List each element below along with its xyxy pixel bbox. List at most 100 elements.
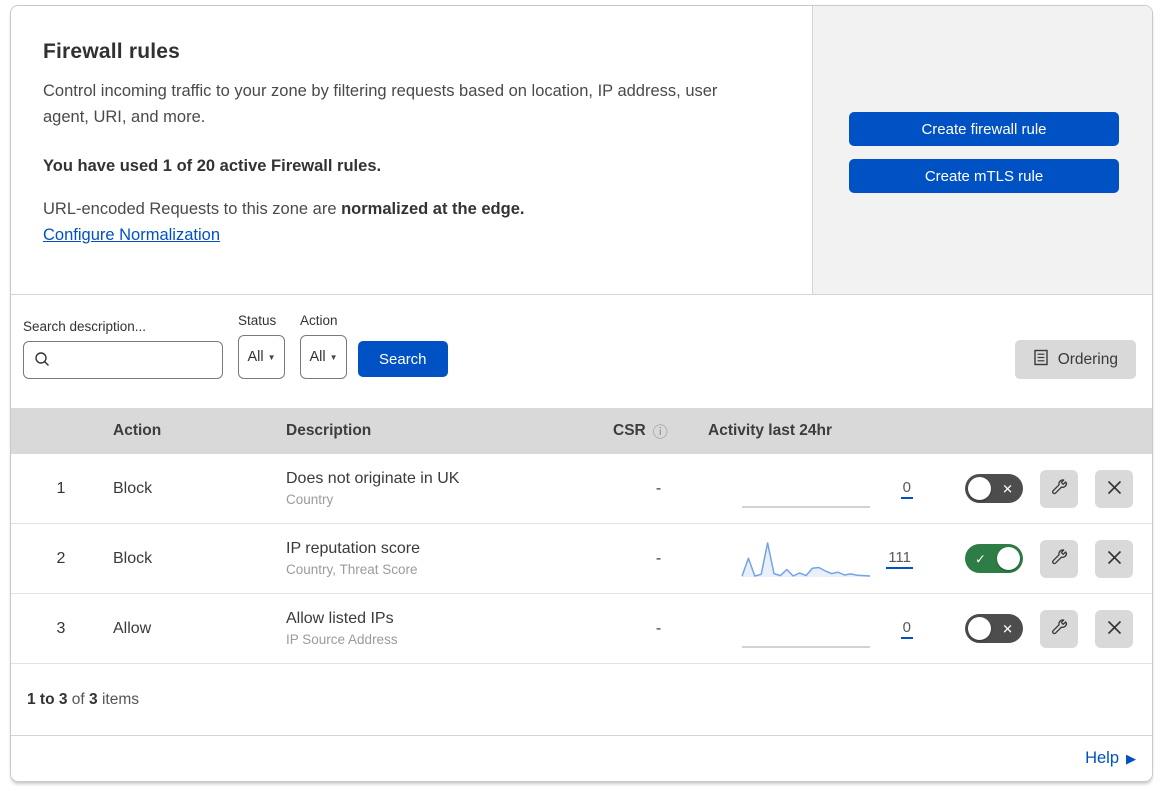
column-csr-label: CSR xyxy=(613,422,646,439)
rule-fields: IP Source Address xyxy=(286,632,398,647)
ordering-button-label: Ordering xyxy=(1057,350,1118,368)
rule-description: IP reputation score xyxy=(286,540,421,557)
normalization-text: URL-encoded Requests to this zone are no… xyxy=(43,200,752,219)
column-action: Action xyxy=(113,422,162,439)
help-link[interactable]: Help ▶ xyxy=(1085,749,1136,768)
search-icon xyxy=(34,351,51,373)
activity-sparkline xyxy=(741,607,871,651)
rule-fields: Country xyxy=(286,492,334,507)
action-label: Action xyxy=(300,313,338,328)
rule-priority: 2 xyxy=(56,549,66,567)
header-section: Firewall rules Control incoming traffic … xyxy=(11,6,1152,295)
arrow-right-icon: ▶ xyxy=(1126,750,1136,766)
x-icon: ✕ xyxy=(1002,621,1013,636)
configure-normalization-link[interactable]: Configure Normalization xyxy=(43,226,220,245)
ordering-button[interactable]: Ordering xyxy=(1014,340,1136,379)
close-icon xyxy=(1106,479,1123,499)
info-icon[interactable]: ⓘ xyxy=(653,421,668,442)
rule-controls: ✓ ✕ xyxy=(921,539,1152,578)
activity-count-link[interactable]: 111 xyxy=(886,549,913,569)
rule-action: Block xyxy=(113,549,153,567)
create-firewall-rule-button[interactable]: Create firewall rule xyxy=(849,112,1119,146)
status-filter-group: Status All ▼ xyxy=(238,313,285,379)
item-range: 1 to 3 xyxy=(27,690,68,708)
activity-count-link[interactable]: 0 xyxy=(900,619,913,639)
rule-priority: 1 xyxy=(56,479,66,497)
rule-action: Allow xyxy=(113,619,152,637)
rule-priority: 3 xyxy=(56,619,66,637)
table-footer: 1 to 3 of 3 items xyxy=(11,664,1152,736)
rule-activity-cell: 111 xyxy=(706,537,921,581)
edit-rule-button[interactable] xyxy=(1040,609,1078,648)
action-filter-group: Action All ▼ xyxy=(300,313,347,379)
rule-description: Does not originate in UK xyxy=(286,470,460,487)
rule-description: Allow listed IPs xyxy=(286,610,394,627)
close-icon xyxy=(1106,549,1123,569)
rule-fields: Country, Threat Score xyxy=(286,562,418,577)
activity-sparkline xyxy=(741,537,871,581)
toggle-knob xyxy=(968,617,991,640)
rule-enabled-toggle[interactable]: ✓ ✕ xyxy=(965,614,1023,643)
column-activity: Activity last 24hr xyxy=(708,422,833,439)
create-actions-panel: Create firewall rule Create mTLS rule xyxy=(812,6,1152,294)
table-row: 1 Block Does not originate in UK Country… xyxy=(11,454,1152,524)
rule-activity-cell: 0 xyxy=(706,607,921,651)
toggle-knob xyxy=(968,477,991,500)
action-dropdown[interactable]: All ▼ xyxy=(300,335,347,379)
normalization-bold: normalized at the edge. xyxy=(341,200,525,218)
rule-enabled-toggle[interactable]: ✓ ✕ xyxy=(965,474,1023,503)
search-input[interactable] xyxy=(23,341,223,379)
rule-enabled-toggle[interactable]: ✓ ✕ xyxy=(965,544,1023,573)
delete-rule-button[interactable] xyxy=(1095,609,1133,648)
rule-controls: ✓ ✕ xyxy=(921,469,1152,508)
chevron-down-icon: ▼ xyxy=(267,353,276,362)
wrench-icon xyxy=(1050,618,1069,640)
firewall-rules-card: Firewall rules Control incoming traffic … xyxy=(10,5,1153,782)
rule-csr: - xyxy=(655,549,662,567)
ordering-list-icon xyxy=(1033,349,1049,371)
action-dropdown-value: All xyxy=(309,349,326,365)
rule-csr: - xyxy=(655,619,662,637)
item-total: 3 xyxy=(89,690,98,708)
page-description: Control incoming traffic to your zone by… xyxy=(43,82,718,126)
status-dropdown[interactable]: All ▼ xyxy=(238,335,285,379)
column-description: Description xyxy=(286,422,372,439)
rule-activity-cell: 0 xyxy=(706,467,921,511)
status-dropdown-value: All xyxy=(247,349,264,365)
search-button[interactable]: Search xyxy=(358,341,448,377)
wrench-icon xyxy=(1050,548,1069,570)
activity-sparkline xyxy=(741,467,871,511)
close-icon xyxy=(1106,619,1123,639)
usage-summary: You have used 1 of 20 active Firewall ru… xyxy=(43,157,382,175)
table-row: 3 Allow Allow listed IPs IP Source Addre… xyxy=(11,594,1152,664)
items-text: items xyxy=(97,690,139,708)
rule-description-cell: Allow listed IPs IP Source Address xyxy=(284,610,611,647)
create-mtls-rule-button[interactable]: Create mTLS rule xyxy=(849,159,1119,193)
search-group: Search description... xyxy=(23,319,223,379)
search-label: Search description... xyxy=(23,319,147,334)
delete-rule-button[interactable] xyxy=(1095,469,1133,508)
column-csr: CSR ⓘ xyxy=(611,421,706,442)
check-icon: ✓ xyxy=(975,551,986,566)
header-text-block: Firewall rules Control incoming traffic … xyxy=(11,6,812,294)
item-count: 1 to 3 of 3 items xyxy=(27,691,139,709)
table-header: Action Description CSR ⓘ Activity last 2… xyxy=(11,408,1152,454)
rule-description-cell: Does not originate in UK Country xyxy=(284,470,611,507)
help-bar: Help ▶ xyxy=(11,736,1152,781)
rule-action: Block xyxy=(113,479,153,497)
delete-rule-button[interactable] xyxy=(1095,539,1133,578)
filter-bar: Search description... Status All ▼ Actio… xyxy=(11,295,1152,408)
normalization-prefix: URL-encoded Requests to this zone are xyxy=(43,200,342,218)
rule-csr: - xyxy=(655,479,662,497)
toggle-knob xyxy=(997,547,1020,570)
edit-rule-button[interactable] xyxy=(1040,539,1078,578)
rule-description-cell: IP reputation score Country, Threat Scor… xyxy=(284,540,611,577)
status-label: Status xyxy=(238,313,277,328)
edit-rule-button[interactable] xyxy=(1040,469,1078,508)
x-icon: ✕ xyxy=(1002,481,1013,496)
rule-controls: ✓ ✕ xyxy=(921,609,1152,648)
wrench-icon xyxy=(1050,478,1069,500)
activity-count-link[interactable]: 0 xyxy=(900,479,913,499)
of-text: of xyxy=(67,690,90,708)
chevron-down-icon: ▼ xyxy=(329,353,338,362)
